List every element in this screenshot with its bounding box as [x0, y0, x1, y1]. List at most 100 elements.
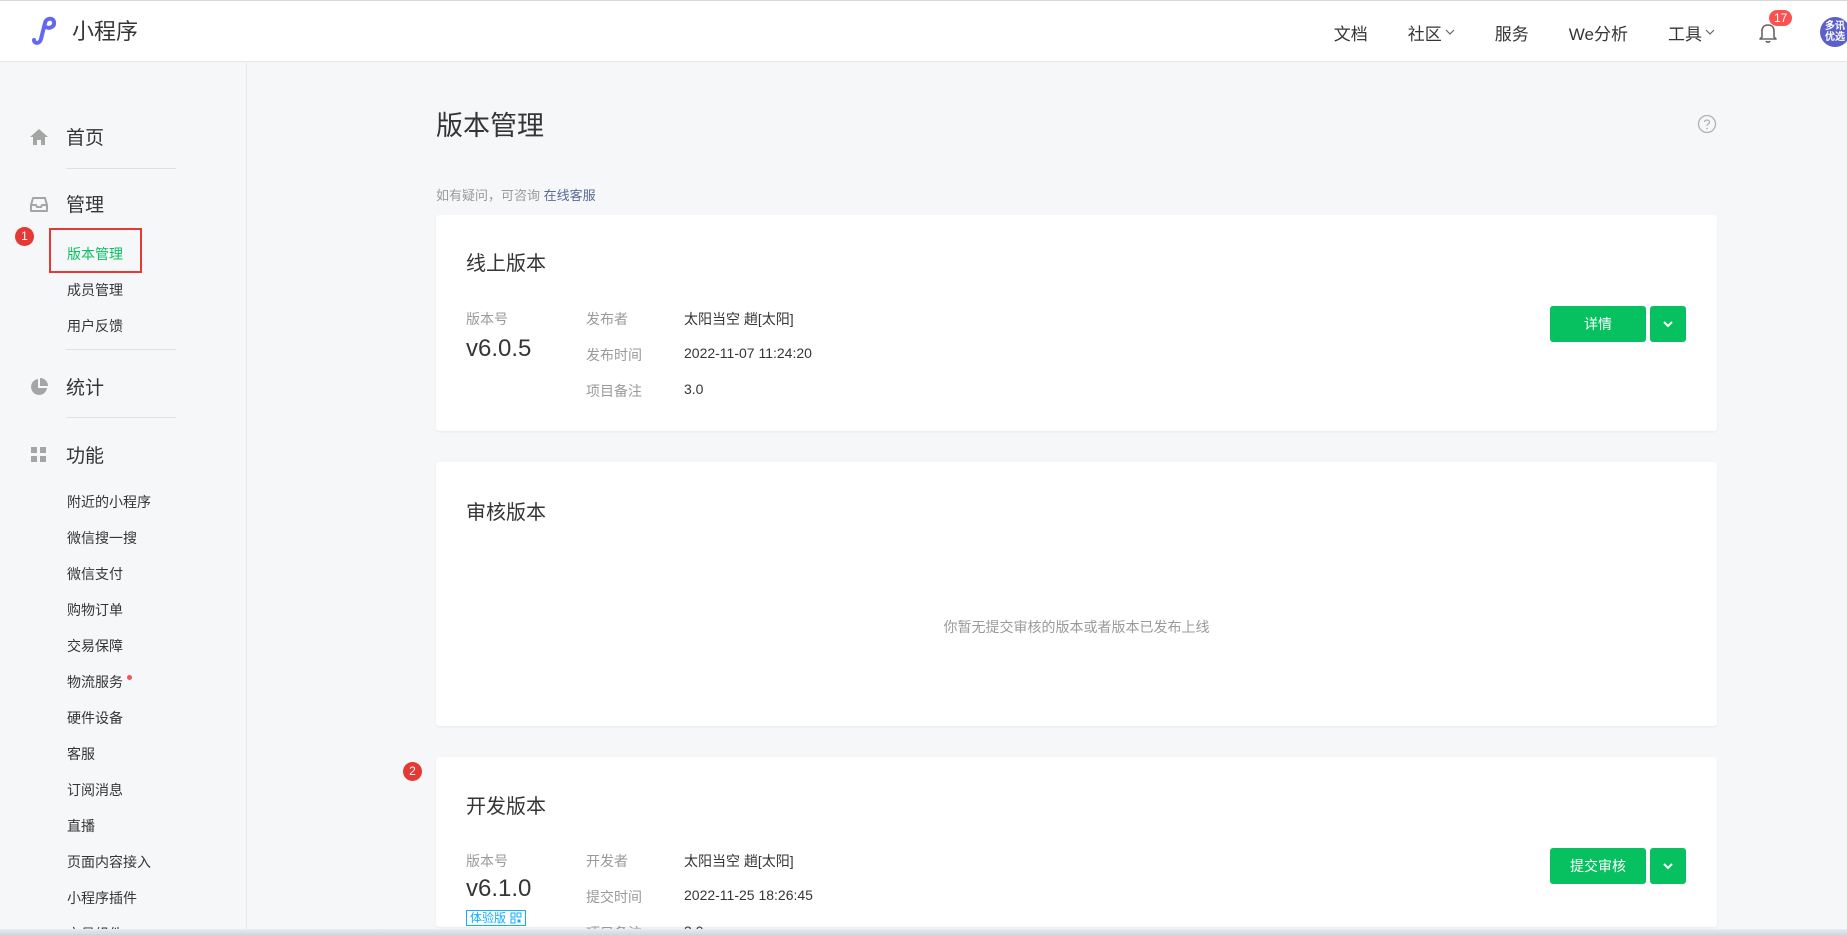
nav-docs[interactable]: 文档	[1334, 20, 1368, 45]
detail-button[interactable]: 详情	[1550, 306, 1646, 342]
sidebar-item-customer-service[interactable]: 客服	[67, 744, 95, 764]
submit-time-label: 提交时间	[586, 889, 642, 905]
help-icon[interactable]	[1697, 114, 1717, 134]
card-title: 开发版本	[466, 796, 546, 818]
nav-we-analytics[interactable]: We分析	[1569, 20, 1628, 45]
submit-time-value: 2022-11-25 18:26:45	[684, 887, 813, 903]
grid-icon	[31, 446, 46, 462]
sidebar-item-hardware-devices[interactable]: 硬件设备	[67, 708, 123, 728]
sidebar-features-label: 功能	[66, 446, 105, 467]
notification-badge: 17	[1769, 10, 1793, 26]
sidebar-item-label: 直播	[67, 818, 95, 834]
nav-tools[interactable]: 工具	[1668, 20, 1715, 45]
version-number: v6.1.0	[466, 875, 532, 902]
mini-program-logo-icon	[32, 16, 57, 45]
submit-review-button[interactable]: 提交审核	[1550, 848, 1646, 884]
nav-community[interactable]: 社区	[1408, 20, 1455, 45]
publisher-label: 发布者	[586, 311, 628, 327]
trial-tag-label: 体验版	[470, 911, 507, 925]
sidebar-divider	[66, 417, 176, 418]
sidebar: 首页 管理 版本管理 成员管理 用户反馈 统计 功能 附近的小程序 微信搜一搜 …	[0, 63, 247, 935]
nav-docs-label: 文档	[1333, 24, 1368, 44]
sidebar-item-label: 小程序插件	[67, 890, 137, 906]
sidebar-item-wechat-search[interactable]: 微信搜一搜	[67, 528, 137, 548]
sidebar-home-label: 首页	[66, 128, 105, 149]
empty-state-text: 你暂无提交审核的版本或者版本已发布上线	[943, 619, 1210, 635]
sidebar-item-label: 交易保障	[67, 638, 123, 654]
sidebar-item-transaction-guarantee[interactable]: 交易保障	[67, 636, 123, 656]
version-number: v6.0.5	[466, 335, 532, 362]
sidebar-item-live-streaming[interactable]: 直播	[67, 816, 95, 836]
qrcode-icon	[510, 912, 522, 924]
window-bottom-edge	[0, 929, 1847, 935]
sidebar-item-label: 用户反馈	[67, 318, 123, 334]
avatar-text: 多讯 优选	[1825, 21, 1845, 43]
annotation-marker-2: 2	[403, 762, 422, 781]
sidebar-divider	[66, 168, 176, 169]
sidebar-item-label: 页面内容接入	[67, 854, 151, 870]
new-indicator-dot	[127, 675, 132, 680]
help-hint: 如有疑问，可咨询 在线客服	[436, 185, 596, 204]
nav-services-label: 服务	[1494, 24, 1529, 44]
sidebar-divider	[66, 349, 176, 350]
review-version-card: 审核版本 你暂无提交审核的版本或者版本已发布上线	[436, 462, 1717, 726]
sidebar-item-home[interactable]: 首页	[28, 123, 104, 150]
more-actions-dropdown[interactable]	[1650, 848, 1686, 884]
sidebar-item-member-management[interactable]: 成员管理	[67, 280, 123, 300]
online-version-card: 线上版本 版本号 v6.0.5 发布者 太阳当空 趙[太阳] 发布时间 2022…	[436, 215, 1717, 431]
developer-value: 太阳当空 趙[太阳]	[684, 853, 794, 869]
sidebar-item-label: 硬件设备	[67, 710, 123, 726]
publish-time-label: 发布时间	[586, 347, 642, 363]
sidebar-item-label: 物流服务	[67, 674, 123, 690]
card-title: 审核版本	[466, 502, 546, 524]
dev-version-card: 开发版本 版本号 v6.1.0 体验版 开发者 太阳当空 趙[太阳] 提交时间 …	[436, 757, 1717, 935]
sidebar-item-logistics-service[interactable]: 物流服务	[67, 672, 123, 692]
sidebar-section-stats[interactable]: 统计	[28, 373, 104, 400]
notification-button[interactable]: 17	[1755, 10, 1793, 45]
more-actions-dropdown[interactable]	[1650, 306, 1686, 342]
version-label: 版本号	[466, 853, 508, 869]
sidebar-item-page-content-access[interactable]: 页面内容接入	[67, 852, 151, 872]
sidebar-manage-label: 管理	[66, 195, 105, 216]
sidebar-section-features[interactable]: 功能	[28, 441, 104, 468]
logo[interactable]: 小程序	[28, 13, 138, 47]
logo-text: 小程序	[72, 19, 139, 44]
developer-label: 开发者	[586, 853, 628, 869]
sidebar-item-label: 微信支付	[67, 566, 123, 582]
hint-text: 如有疑问，可咨询	[436, 188, 541, 203]
page-title: 版本管理	[436, 111, 544, 141]
top-nav: 文档 社区 服务 We分析 工具 17 多讯 优选	[1334, 1, 1847, 63]
sidebar-item-label: 订阅消息	[67, 782, 123, 798]
publisher-value: 太阳当空 趙[太阳]	[684, 311, 794, 327]
sidebar-item-nearby-mini-programs[interactable]: 附近的小程序	[67, 492, 151, 512]
nav-community-label: 社区	[1407, 24, 1442, 44]
home-icon	[30, 128, 48, 145]
pie-chart-icon	[31, 377, 48, 395]
chevron-down-icon	[1705, 29, 1715, 35]
note-value: 3.0	[684, 381, 704, 397]
sidebar-stats-label: 统计	[66, 378, 105, 399]
chevron-down-icon	[1445, 29, 1455, 35]
sidebar-section-manage[interactable]: 管理	[28, 190, 104, 217]
card-title: 线上版本	[466, 253, 546, 275]
sidebar-item-plugins[interactable]: 小程序插件	[67, 888, 137, 908]
version-label: 版本号	[466, 311, 508, 327]
sidebar-item-label: 微信搜一搜	[67, 530, 137, 546]
online-support-link[interactable]: 在线客服	[544, 188, 596, 203]
sidebar-item-shopping-orders[interactable]: 购物订单	[67, 600, 123, 620]
publish-time-value: 2022-11-07 11:24:20	[684, 345, 812, 361]
inbox-icon	[30, 196, 48, 212]
sidebar-item-subscription-messages[interactable]: 订阅消息	[67, 780, 123, 800]
sidebar-item-user-feedback[interactable]: 用户反馈	[67, 316, 123, 336]
nav-we-analytics-label: We分析	[1568, 24, 1628, 44]
sidebar-item-wechat-pay[interactable]: 微信支付	[67, 564, 123, 584]
avatar[interactable]: 多讯 优选	[1820, 17, 1847, 47]
nav-services[interactable]: 服务	[1495, 20, 1529, 45]
note-label: 项目备注	[586, 383, 642, 399]
trial-version-tag[interactable]: 体验版	[466, 910, 527, 926]
sidebar-item-label: 成员管理	[67, 282, 123, 298]
chevron-down-icon	[1663, 863, 1673, 870]
sidebar-item-label: 购物订单	[67, 602, 123, 618]
nav-tools-label: 工具	[1668, 24, 1702, 44]
top-nav-bar: 小程序 文档 社区 服务 We分析 工具 17 多讯 优选	[0, 0, 1847, 62]
